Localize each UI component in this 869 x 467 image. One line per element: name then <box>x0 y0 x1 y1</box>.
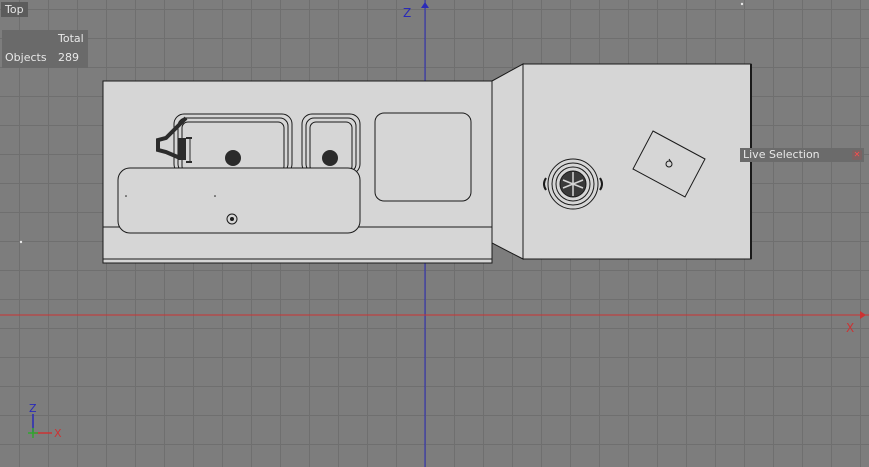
viewport-top[interactable]: Z X Z X <box>0 0 869 467</box>
close-icon[interactable]: ✕ <box>852 150 862 160</box>
stats-header: Total <box>58 32 84 45</box>
gizmo-x-label: X <box>54 427 62 440</box>
live-selection-label: Live Selection <box>743 148 820 161</box>
stray-point <box>740 2 744 6</box>
drain-right <box>322 150 338 166</box>
z-axis-arrow <box>421 2 429 8</box>
stats-row-label: Objects <box>5 51 47 64</box>
x-axis-arrow <box>860 311 866 319</box>
counter-corner[interactable] <box>491 63 524 260</box>
drain-left <box>225 150 241 166</box>
stats-row-value: 289 <box>58 51 79 64</box>
live-selection-hud[interactable]: Live Selection ✕ <box>740 148 864 162</box>
gizmo-z-label: Z <box>29 402 37 415</box>
stray-point <box>19 240 23 244</box>
x-axis-label: X <box>846 321 855 335</box>
z-axis-label: Z <box>403 6 412 20</box>
orientation-gizmo <box>28 414 52 438</box>
view-name-tab[interactable]: Top <box>1 2 28 17</box>
drainboard[interactable] <box>117 167 361 234</box>
stats-panel: Total Objects 289 <box>2 30 88 68</box>
scene-canvas[interactable]: Z X <box>0 0 869 467</box>
